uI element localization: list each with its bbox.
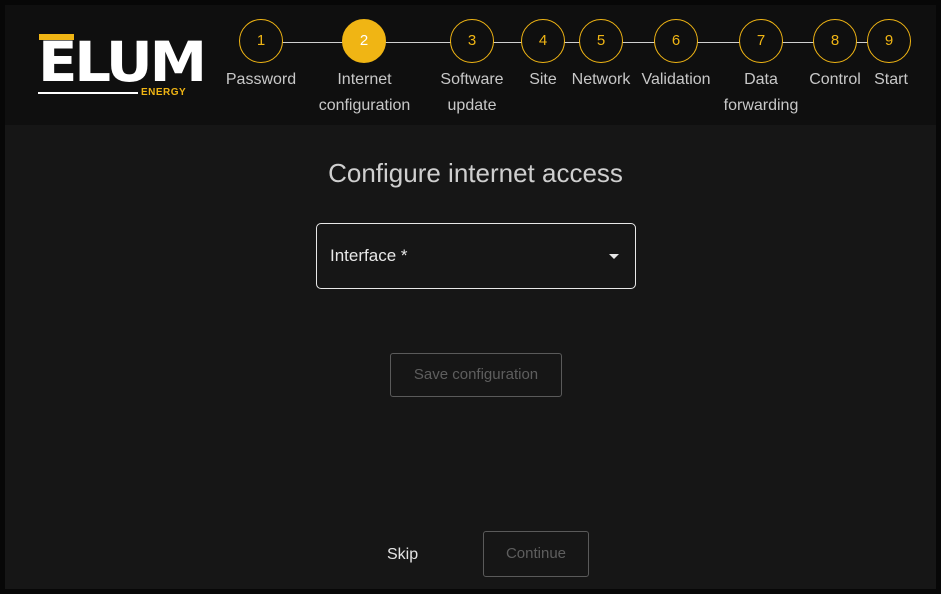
elum-energy-logo: ELUM ENERGY (38, 34, 207, 98)
step-2-circle[interactable]: 2 (342, 19, 386, 63)
header: ELUM ENERGY 1 2 3 4 5 6 7 8 9 Password I… (5, 5, 936, 125)
chevron-down-icon (609, 254, 619, 259)
step-3-label: Software update (440, 71, 504, 114)
logo-wordmark: ELUM (38, 30, 207, 94)
step-4-circle[interactable]: 4 (521, 19, 565, 63)
skip-button[interactable]: Skip (387, 546, 418, 564)
step-7-circle[interactable]: 7 (739, 19, 783, 63)
step-8-label: Control (809, 71, 861, 88)
step-9-circle[interactable]: 9 (867, 19, 911, 63)
step-6-label: Validation (641, 71, 711, 88)
step-1-label: Password (225, 71, 297, 88)
step-5-circle[interactable]: 5 (579, 19, 623, 63)
step-6-circle[interactable]: 6 (654, 19, 698, 63)
step-9-label: Start (874, 71, 908, 88)
step-5-label: Network (571, 71, 631, 88)
step-1-circle[interactable]: 1 (239, 19, 283, 63)
logo-accent-bar (39, 34, 74, 40)
interface-select[interactable]: Interface * (316, 223, 636, 289)
page-title: Configure internet access (328, 158, 623, 188)
logo-subtitle: ENERGY (141, 87, 187, 98)
logo-underline (38, 92, 138, 94)
interface-select-label: Interface * (330, 246, 408, 265)
step-2-label: Internet configuration (318, 71, 411, 114)
step-7-label: Data forwarding (723, 71, 799, 114)
step-3-circle[interactable]: 3 (450, 19, 494, 63)
continue-button[interactable]: Continue (483, 531, 589, 577)
step-4-label: Site (529, 71, 557, 88)
save-configuration-button[interactable]: Save configuration (390, 353, 562, 397)
app-frame: ELUM ENERGY 1 2 3 4 5 6 7 8 9 Password I… (5, 5, 936, 589)
step-8-circle[interactable]: 8 (813, 19, 857, 63)
